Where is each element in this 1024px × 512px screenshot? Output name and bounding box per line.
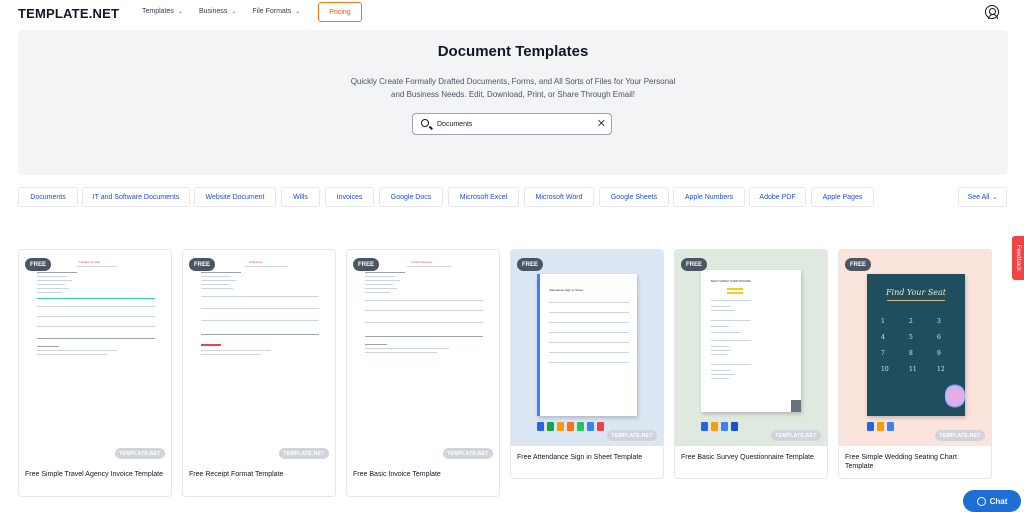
doc-heading: Invoice Receipt <box>411 260 432 264</box>
free-badge: FREE <box>517 258 543 271</box>
watermark-logo: TEMPLATE.NET <box>935 430 985 441</box>
free-badge: FREE <box>25 258 51 271</box>
site-logo[interactable]: TEMPLATE.NET <box>18 6 119 21</box>
chip-microsoft-word[interactable]: Microsoft Word <box>524 187 594 207</box>
free-badge: FREE <box>353 258 379 271</box>
chip-google-docs[interactable]: Google Docs <box>379 187 443 207</box>
top-nav-bar: TEMPLATE.NET Templates ⌄ Business ⌄ File… <box>0 0 1024 26</box>
watermark-logo: TEMPLATE.NET <box>607 430 657 441</box>
card-title[interactable]: Free Basic Invoice Template <box>353 470 493 479</box>
doc-heading: Find Your Seat <box>885 288 947 297</box>
pages-icon <box>557 422 564 431</box>
chat-label: Chat <box>989 496 1008 506</box>
template-thumbnail[interactable]: BASIC SURVEY QUESTIONNAIRE FREE TEMPLATE… <box>675 250 827 446</box>
card-title[interactable]: Free Receipt Format Template <box>189 470 329 479</box>
chip-microsoft-excel[interactable]: Microsoft Excel <box>448 187 519 207</box>
nav-templates[interactable]: Templates ⌄ <box>142 8 183 15</box>
word-icon <box>537 422 544 431</box>
watermark-logo: TEMPLATE.NET <box>771 430 821 441</box>
chip-wills[interactable]: Wills <box>281 187 320 207</box>
gdocs-icon <box>731 422 738 431</box>
chip-website-document[interactable]: Website Document <box>194 187 276 207</box>
card-title[interactable]: Free Attendance Sign in Sheet Template <box>517 453 657 462</box>
nav-file-formats[interactable]: File Formats ⌄ <box>252 8 300 15</box>
nav-label: Business <box>198 8 228 15</box>
template-card[interactable]: Collection FREE TEMPLATE.NET Free Receip… <box>182 249 336 497</box>
template-thumbnail[interactable]: Collection FREE TEMPLATE.NET <box>183 250 335 466</box>
doc-heading: Traveler Invoice <box>79 260 101 264</box>
document-preview: Find Your Seat 1 4 7 10 2 5 8 11 3 6 9 12 <box>867 274 965 416</box>
chip-google-sheets[interactable]: Google Sheets <box>599 187 669 207</box>
docs-icon <box>721 422 728 431</box>
chevron-down-icon: ⌄ <box>992 194 998 201</box>
template-card[interactable]: Attendance Sign-in Sheet FREE TEMPLATE.N… <box>510 249 664 479</box>
template-thumbnail[interactable]: Invoice Receipt FREE TEMPLATE.NET <box>347 250 499 466</box>
chip-adobe-pdf[interactable]: Adobe PDF <box>749 187 806 207</box>
page-title: Document Templates <box>437 43 589 60</box>
chip-apple-numbers[interactable]: Apple Numbers <box>673 187 745 207</box>
template-thumbnail[interactable]: Attendance Sign-in Sheet FREE TEMPLATE.N… <box>511 250 663 446</box>
subtitle-line: and Business Needs. Edit, Download, Prin… <box>391 90 635 99</box>
file-format-icons <box>537 422 604 431</box>
page-subtitle: Quickly Create Formally Drafted Document… <box>18 75 1008 101</box>
docs-icon <box>887 422 894 431</box>
see-all-label: See All <box>967 193 990 201</box>
numbers-icon <box>577 422 584 431</box>
free-badge: FREE <box>681 258 707 271</box>
docs-icon <box>587 422 594 431</box>
file-format-icons <box>701 422 738 431</box>
pages-icon <box>711 422 718 431</box>
nav-label: File Formats <box>252 8 292 15</box>
watermark-logo: TEMPLATE.NET <box>443 448 493 459</box>
card-title[interactable]: Free Simple Wedding Seating Chart Templa… <box>845 453 985 471</box>
template-card[interactable]: Invoice Receipt FREE TEMPLATE.NET Free B… <box>346 249 500 497</box>
search-icon[interactable] <box>421 119 429 127</box>
nav-label: Templates <box>142 8 174 15</box>
close-icon[interactable]: ✕ <box>597 117 606 131</box>
pdf-icon <box>597 422 604 431</box>
doc-heading: BASIC SURVEY QUESTIONNAIRE <box>711 280 751 283</box>
watermark-logo: TEMPLATE.NET <box>115 448 165 459</box>
template-thumbnail[interactable]: Find Your Seat 1 4 7 10 2 5 8 11 3 6 9 12 FREE TE… <box>839 250 991 446</box>
template-thumbnail[interactable]: Traveler Invoice FREE TEMPLATE.NET <box>19 250 171 466</box>
file-format-icons <box>867 422 894 431</box>
card-title[interactable]: Free Basic Survey Questionnaire Template <box>681 453 821 462</box>
excel-icon <box>547 422 554 431</box>
template-card[interactable]: Find Your Seat 1 4 7 10 2 5 8 11 3 6 9 12 FREE TE… <box>838 249 992 479</box>
pages-icon <box>877 422 884 431</box>
account-icon[interactable] <box>985 5 999 19</box>
chat-button[interactable]: Chat <box>963 490 1021 512</box>
chip-documents[interactable]: Documents <box>18 187 78 207</box>
doc-heading: Collection <box>249 260 263 264</box>
watermark-logo: TEMPLATE.NET <box>279 448 329 459</box>
hero-banner: Document Templates Quickly Create Formal… <box>18 30 1008 175</box>
feedback-tab[interactable]: Feedback <box>1012 236 1024 280</box>
chip-apple-pages[interactable]: Apple Pages <box>811 187 874 207</box>
feedback-label: Feedback <box>1015 244 1022 272</box>
see-all-button[interactable]: See All ⌄ <box>958 187 1007 207</box>
search-input[interactable] <box>437 118 587 131</box>
doc-heading: Attendance Sign-in Sheet <box>549 288 584 292</box>
slides-icon <box>567 422 574 431</box>
document-preview: Attendance Sign-in Sheet <box>537 274 637 416</box>
card-title[interactable]: Free Simple Travel Agency Invoice Templa… <box>25 470 165 479</box>
chip-it-software[interactable]: IT and Software Documents <box>82 187 190 207</box>
chip-invoices[interactable]: Invoices <box>325 187 374 207</box>
document-preview: BASIC SURVEY QUESTIONNAIRE <box>701 270 801 412</box>
search-box[interactable]: ✕ <box>412 113 612 135</box>
chat-bubble-icon <box>976 496 986 506</box>
main-nav: Templates ⌄ Business ⌄ File Formats ⌄ <box>142 8 300 15</box>
chevron-down-icon: ⌄ <box>231 9 237 15</box>
template-card[interactable]: Traveler Invoice FREE TEMPLATE.NET Free … <box>18 249 172 497</box>
chevron-down-icon: ⌄ <box>177 9 183 15</box>
free-badge: FREE <box>845 258 871 271</box>
word-icon <box>867 422 874 431</box>
word-icon <box>701 422 708 431</box>
subtitle-line: Quickly Create Formally Drafted Document… <box>350 77 676 86</box>
pricing-button[interactable]: Pricing <box>318 2 362 22</box>
chevron-down-icon: ⌄ <box>295 9 301 15</box>
free-badge: FREE <box>189 258 215 271</box>
nav-business[interactable]: Business ⌄ <box>199 8 236 15</box>
template-card[interactable]: BASIC SURVEY QUESTIONNAIRE FREE TEMPLATE… <box>674 249 828 479</box>
